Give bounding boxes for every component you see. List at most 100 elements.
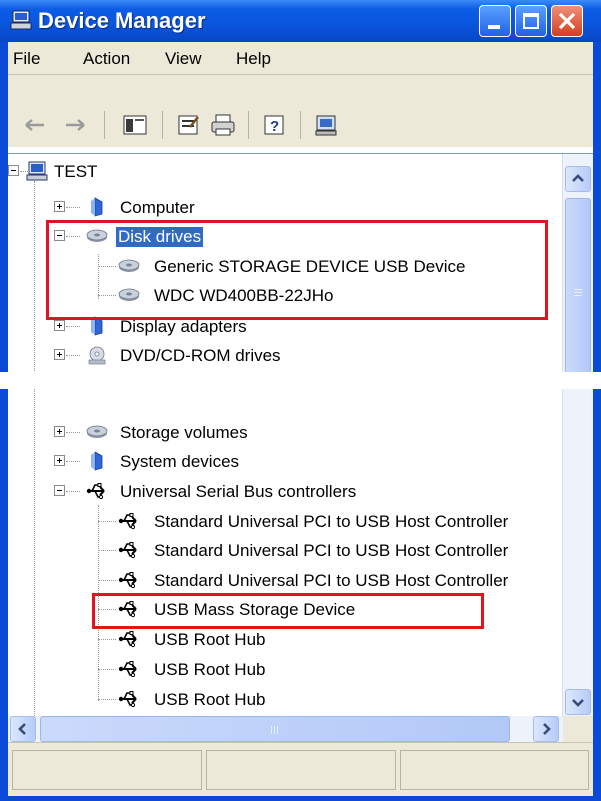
scroll-thumb[interactable] (40, 716, 510, 742)
expand-toggle[interactable] (54, 426, 65, 437)
tree-item-label: DVD/CD-ROM drives (120, 346, 281, 365)
usb-icon (118, 570, 140, 590)
usb-icon (118, 629, 140, 649)
tree-line (66, 355, 80, 356)
show-hide-console-tree-icon[interactable] (122, 113, 148, 137)
tree-line (98, 550, 116, 551)
toolbar-separator (162, 111, 163, 139)
menu-help[interactable]: Help (236, 49, 271, 69)
status-bar (8, 742, 593, 796)
tree-line (66, 461, 80, 462)
window-frame-left (0, 42, 8, 372)
window-title: Device Manager (38, 8, 206, 33)
chevron-left-icon (18, 723, 26, 735)
usb-icon (118, 511, 140, 531)
computer-icon (26, 161, 48, 181)
collapse-toggle[interactable] (54, 485, 65, 496)
tree-item-label: Standard Universal PCI to USB Host Contr… (154, 512, 509, 531)
tree-line (66, 326, 80, 327)
dvd-drive-icon (86, 345, 108, 365)
status-cell (12, 750, 202, 790)
tree-line (98, 580, 116, 581)
device-manager-window-top: Device Manager File Action View Help ? T… (0, 0, 601, 372)
print-icon[interactable] (210, 113, 236, 137)
tree-item-label: USB Root Hub (154, 630, 266, 649)
storage-volume-icon (86, 422, 108, 442)
tree-item-dvd-drives[interactable]: DVD/CD-ROM drives (8, 343, 308, 371)
tree-item-storage-volumes[interactable]: Storage volumes (8, 420, 308, 448)
toolbar-separator (248, 111, 249, 139)
monitor-icon (86, 197, 108, 217)
tree-line (98, 699, 116, 700)
status-cell (400, 750, 589, 790)
tree-item-label: System devices (120, 452, 240, 471)
close-button[interactable] (551, 5, 583, 37)
scroll-up-button[interactable] (565, 166, 591, 192)
tree-item-usb-controllers[interactable]: Universal Serial Bus controllers (8, 479, 508, 507)
maximize-button[interactable] (515, 5, 547, 37)
expand-toggle[interactable] (54, 201, 65, 212)
scroll-thumb[interactable] (565, 198, 591, 372)
tree-item-label: USB Root Hub (154, 690, 266, 709)
properties-icon[interactable] (176, 113, 202, 137)
toolbar-separator (104, 111, 105, 139)
tree-item-label: USB Root Hub (154, 660, 266, 679)
usb-icon (118, 689, 140, 709)
menu-view[interactable]: View (165, 49, 202, 69)
tree-item-test[interactable]: TEST (8, 159, 308, 187)
tree-item-computer[interactable]: Computer (8, 195, 308, 223)
close-icon (558, 12, 576, 30)
tree-line (66, 207, 80, 208)
title-bar[interactable]: Device Manager (0, 0, 601, 42)
collapse-toggle[interactable] (8, 165, 19, 176)
tree-item-usb-host-controller[interactable]: Standard Universal PCI to USB Host Contr… (8, 538, 578, 566)
svg-text:?: ? (270, 118, 279, 135)
tree-item-label: Universal Serial Bus controllers (120, 482, 357, 501)
vertical-scrollbar[interactable] (562, 389, 593, 716)
tree-item-label: Display adapters (120, 317, 247, 336)
scan-hardware-icon[interactable] (314, 113, 340, 137)
toolbar-separator (300, 111, 301, 139)
tree-item-label: Computer (120, 198, 195, 217)
scroll-left-button[interactable] (10, 716, 36, 742)
tree-line (98, 521, 116, 522)
tree-line (98, 669, 116, 670)
horizontal-scrollbar[interactable] (8, 716, 593, 742)
device-manager-app-icon (10, 10, 32, 30)
tree-item-label: Storage volumes (120, 423, 248, 442)
tree-item-system-devices[interactable]: System devices (8, 449, 308, 477)
device-manager-window-bottom: Storage volumes System devices Universal… (0, 389, 601, 801)
window-frame-left (0, 389, 8, 801)
expand-toggle[interactable] (54, 455, 65, 466)
back-arrow-icon[interactable] (22, 113, 48, 137)
vertical-scrollbar[interactable] (562, 154, 593, 372)
usb-icon (118, 659, 140, 679)
scrollbar-corner (563, 716, 593, 742)
toolbar: ? (8, 75, 593, 147)
tree-item-usb-host-controller[interactable]: Standard Universal PCI to USB Host Contr… (8, 509, 578, 537)
expand-toggle[interactable] (54, 349, 65, 360)
device-tree: TEST Computer Disk drives Generic STORAG… (8, 153, 593, 372)
tree-item-label: Standard Universal PCI to USB Host Contr… (154, 571, 509, 590)
minimize-button[interactable] (479, 5, 511, 37)
scroll-down-button[interactable] (565, 689, 591, 715)
usb-icon (118, 540, 140, 560)
menu-action[interactable]: Action (83, 49, 130, 69)
tree-line (66, 491, 80, 492)
tree-item-usb-host-controller[interactable]: Standard Universal PCI to USB Host Contr… (8, 568, 578, 596)
forward-arrow-icon[interactable] (62, 113, 88, 137)
menu-file[interactable]: File (13, 49, 40, 69)
expand-toggle[interactable] (54, 320, 65, 331)
window-frame-right (593, 42, 601, 372)
device-tree: Storage volumes System devices Universal… (8, 389, 593, 716)
chevron-down-icon (572, 699, 584, 707)
scroll-right-button[interactable] (533, 716, 559, 742)
tree-item-usb-root-hub[interactable]: USB Root Hub (8, 657, 408, 685)
tree-item-label: TEST (54, 162, 98, 181)
usb-icon (86, 481, 108, 501)
window-frame-right (593, 389, 601, 801)
tree-line (66, 432, 80, 433)
tree-item-usb-root-hub[interactable]: USB Root Hub (8, 627, 408, 655)
help-icon[interactable]: ? (262, 113, 288, 137)
tree-item-usb-root-hub[interactable]: USB Root Hub (8, 687, 408, 715)
